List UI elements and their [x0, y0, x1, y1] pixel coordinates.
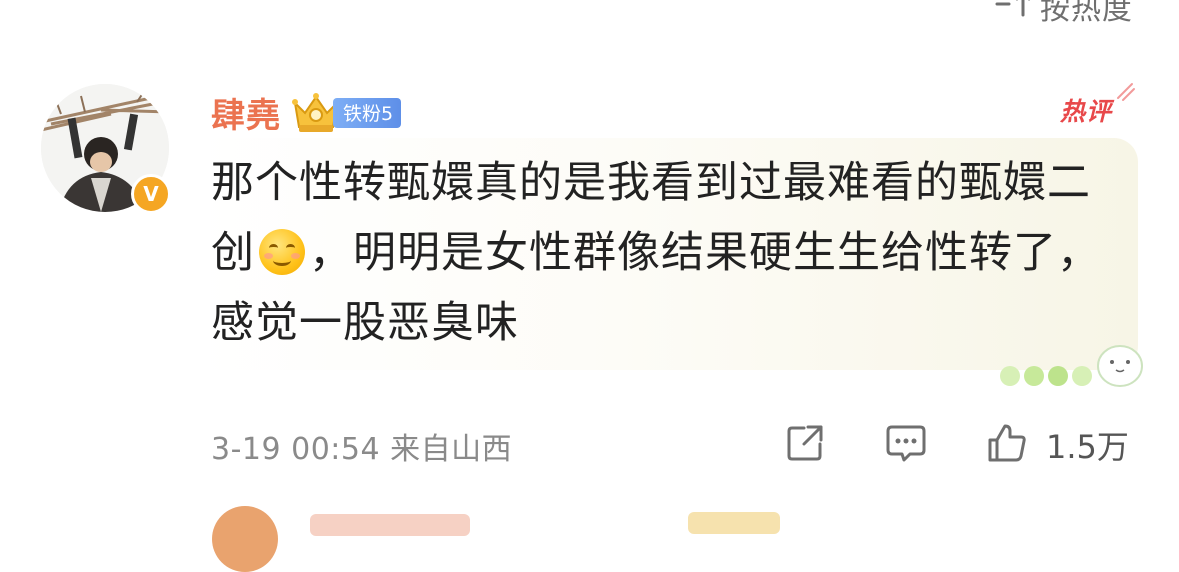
sort-label: 按热度 — [1040, 0, 1133, 27]
share-icon — [784, 422, 826, 468]
share-button[interactable] — [784, 422, 826, 468]
smile-emoji-icon — [259, 229, 305, 275]
like-button[interactable]: 1.5万 — [986, 422, 1129, 468]
comment-header: 肆堯 铁粉5 — [211, 88, 402, 137]
comment-bubble-icon — [884, 422, 928, 468]
like-count: 1.5万 — [1046, 428, 1129, 466]
comment-text: 那个性转甄嬛真的是我看到过最难看的甄嬛二创 ，明明是女性群像结果硬生生给性转了，感… — [211, 148, 1121, 358]
hot-sparkle-icon — [1114, 80, 1136, 106]
next-username-placeholder — [310, 514, 470, 536]
sort-by-hot-button[interactable]: 按热度 — [994, 0, 1133, 27]
sort-lines-icon — [994, 0, 1031, 23]
username[interactable]: 肆堯 — [211, 88, 281, 137]
card-decoration — [996, 330, 1146, 396]
reply-button[interactable] — [884, 422, 928, 468]
verified-badge-icon: V — [131, 174, 171, 214]
next-avatar[interactable] — [212, 506, 278, 572]
next-badge-placeholder — [688, 512, 780, 534]
thumbs-up-icon — [986, 422, 1028, 468]
hot-comment-tag: 热评 — [1060, 97, 1113, 126]
fan-level-badge[interactable]: 铁粉5 — [333, 97, 402, 128]
comment-meta: 3-19 00:54 来自山西 — [211, 432, 513, 467]
comment-text-part-2: ，明明是女性群像结果硬生生给性转了，感觉一股恶臭味 — [211, 228, 1101, 348]
